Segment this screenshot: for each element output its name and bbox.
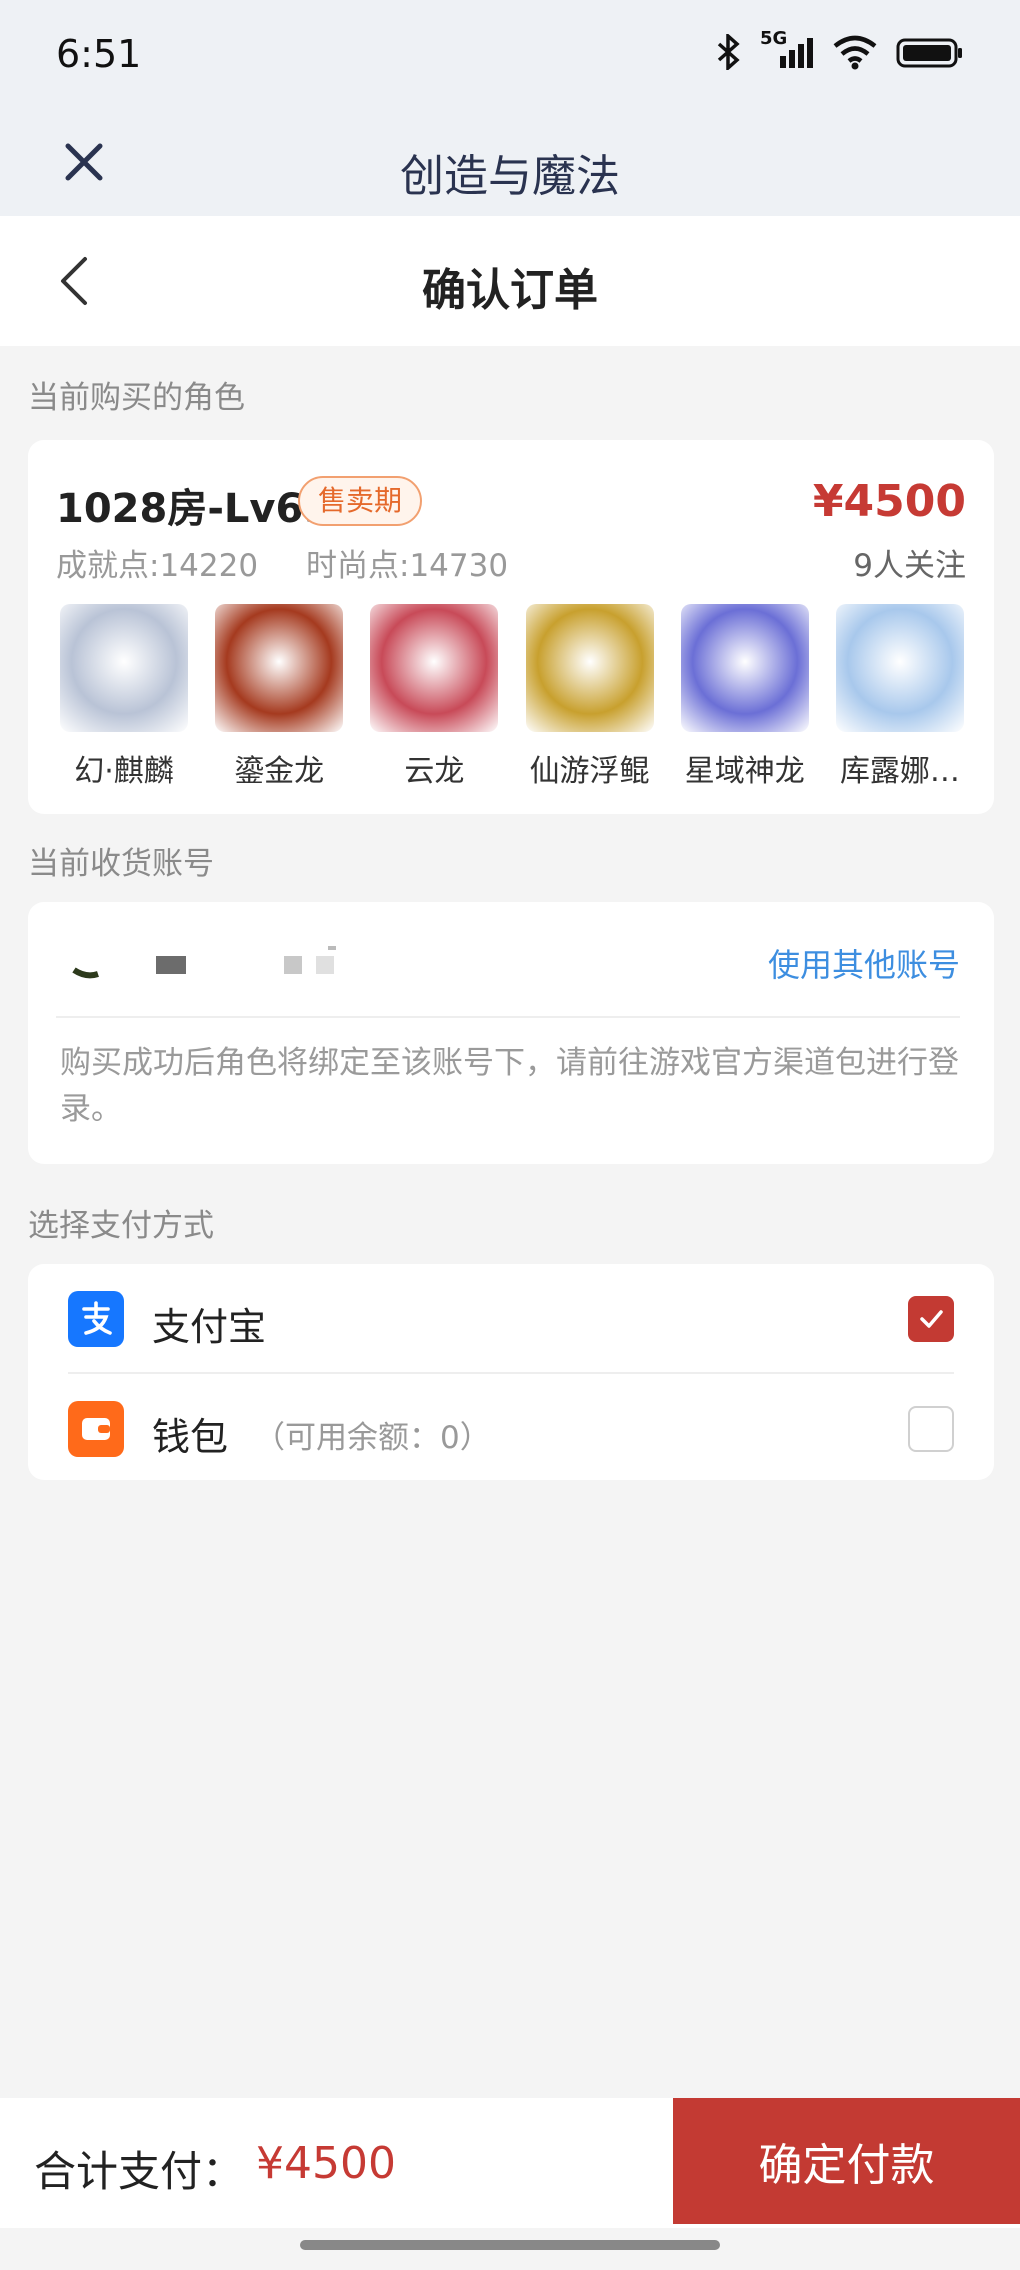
payment-label: 支付宝 xyxy=(152,1305,267,1349)
role-section-label: 当前购买的角色 xyxy=(28,380,245,416)
miniapp-title: 创造与魔法 xyxy=(400,151,620,202)
page-title: 确认订单 xyxy=(422,265,598,316)
alipay-icon xyxy=(68,1291,124,1347)
checkbox-checked[interactable] xyxy=(908,1296,954,1342)
character-name: 鎏金龙 xyxy=(234,754,325,789)
character-portrait xyxy=(60,604,188,732)
check-icon xyxy=(920,1310,943,1328)
miniapp-bar: 创造与魔法 xyxy=(0,112,1020,216)
home-indicator xyxy=(300,2240,720,2250)
character-item[interactable]: 仙游浮鲲 xyxy=(516,604,664,790)
role-card[interactable]: 1028房-Lv69 售卖期 ¥4500 成就点:14220 时尚点:14730… xyxy=(28,440,994,814)
character-name: 云龙 xyxy=(404,754,465,789)
character-name: 仙游浮鲲 xyxy=(529,754,650,789)
bluetooth-icon xyxy=(717,34,740,70)
battery-icon xyxy=(896,38,962,68)
cellular-icon: 5G xyxy=(760,28,814,70)
divider xyxy=(56,1016,960,1018)
total-price: ¥4500 xyxy=(256,2138,396,2189)
status-bar: 6:51 5G xyxy=(0,0,1020,112)
account-id-blurred xyxy=(72,946,336,979)
page-header: 确认订单 xyxy=(0,216,1020,346)
account-card: 使用其他账号 购买成功后角色将绑定至该账号下，请前往游戏官方渠道包进行登录。 xyxy=(28,902,994,1164)
payment-section-label: 选择支付方式 xyxy=(28,1208,214,1244)
use-other-account-link[interactable]: 使用其他账号 xyxy=(768,940,960,986)
follower-count: 9人关注 xyxy=(853,548,966,584)
payment-option-alipay[interactable]: 支付宝 xyxy=(28,1264,994,1374)
status-icons: 5G xyxy=(716,28,964,70)
status-time: 6:51 xyxy=(56,32,142,76)
achievement-points: 成就点:14220 xyxy=(56,548,259,584)
payment-option-wallet[interactable]: 钱包 （可用余额：0） xyxy=(28,1374,994,1484)
account-section-label: 当前收货账号 xyxy=(28,846,214,882)
status-badge: 售卖期 xyxy=(298,476,423,526)
wallet-balance: （可用余额：0） xyxy=(254,1420,491,1456)
total-label: 合计支付： xyxy=(34,2147,245,2196)
account-note: 购买成功后角色将绑定至该账号下，请前往游戏官方渠道包进行登录。 xyxy=(60,1045,959,1127)
wallet-icon xyxy=(68,1401,124,1457)
checkout-bar: 合计支付： ¥4500 确定付款 xyxy=(0,2098,1020,2228)
room-title: 1028房-Lv69 xyxy=(56,486,332,532)
character-item[interactable]: 星域神龙 xyxy=(671,604,819,790)
character-item[interactable]: 幻·麒麟 xyxy=(50,604,198,790)
character-portrait xyxy=(525,604,654,732)
wifi-icon xyxy=(833,35,877,70)
checkbox-unchecked[interactable] xyxy=(908,1406,954,1452)
character-name: 星域神龙 xyxy=(684,754,805,789)
character-portrait xyxy=(215,604,344,732)
character-name: 幻·麒麟 xyxy=(74,754,174,789)
payment-card: 支付宝 钱包 （可用余额：0） xyxy=(28,1264,994,1480)
confirm-payment-button[interactable]: 确定付款 xyxy=(673,2098,1020,2224)
character-item[interactable]: 库露娜… xyxy=(826,604,974,790)
character-name: 库露娜… xyxy=(839,754,960,789)
fashion-points: 时尚点:14730 xyxy=(306,548,509,584)
character-portrait xyxy=(680,604,809,732)
character-item[interactable]: 鎏金龙 xyxy=(205,604,353,790)
character-portrait xyxy=(835,604,964,732)
role-price: ¥4500 xyxy=(812,476,966,527)
character-item[interactable]: 云龙 xyxy=(360,604,508,790)
character-list: 幻·麒麟 鎏金龙 云龙 仙游浮鲲 星域神龙 库露娜… xyxy=(50,604,974,790)
payment-label: 钱包 xyxy=(152,1415,229,1459)
character-portrait xyxy=(370,604,499,732)
